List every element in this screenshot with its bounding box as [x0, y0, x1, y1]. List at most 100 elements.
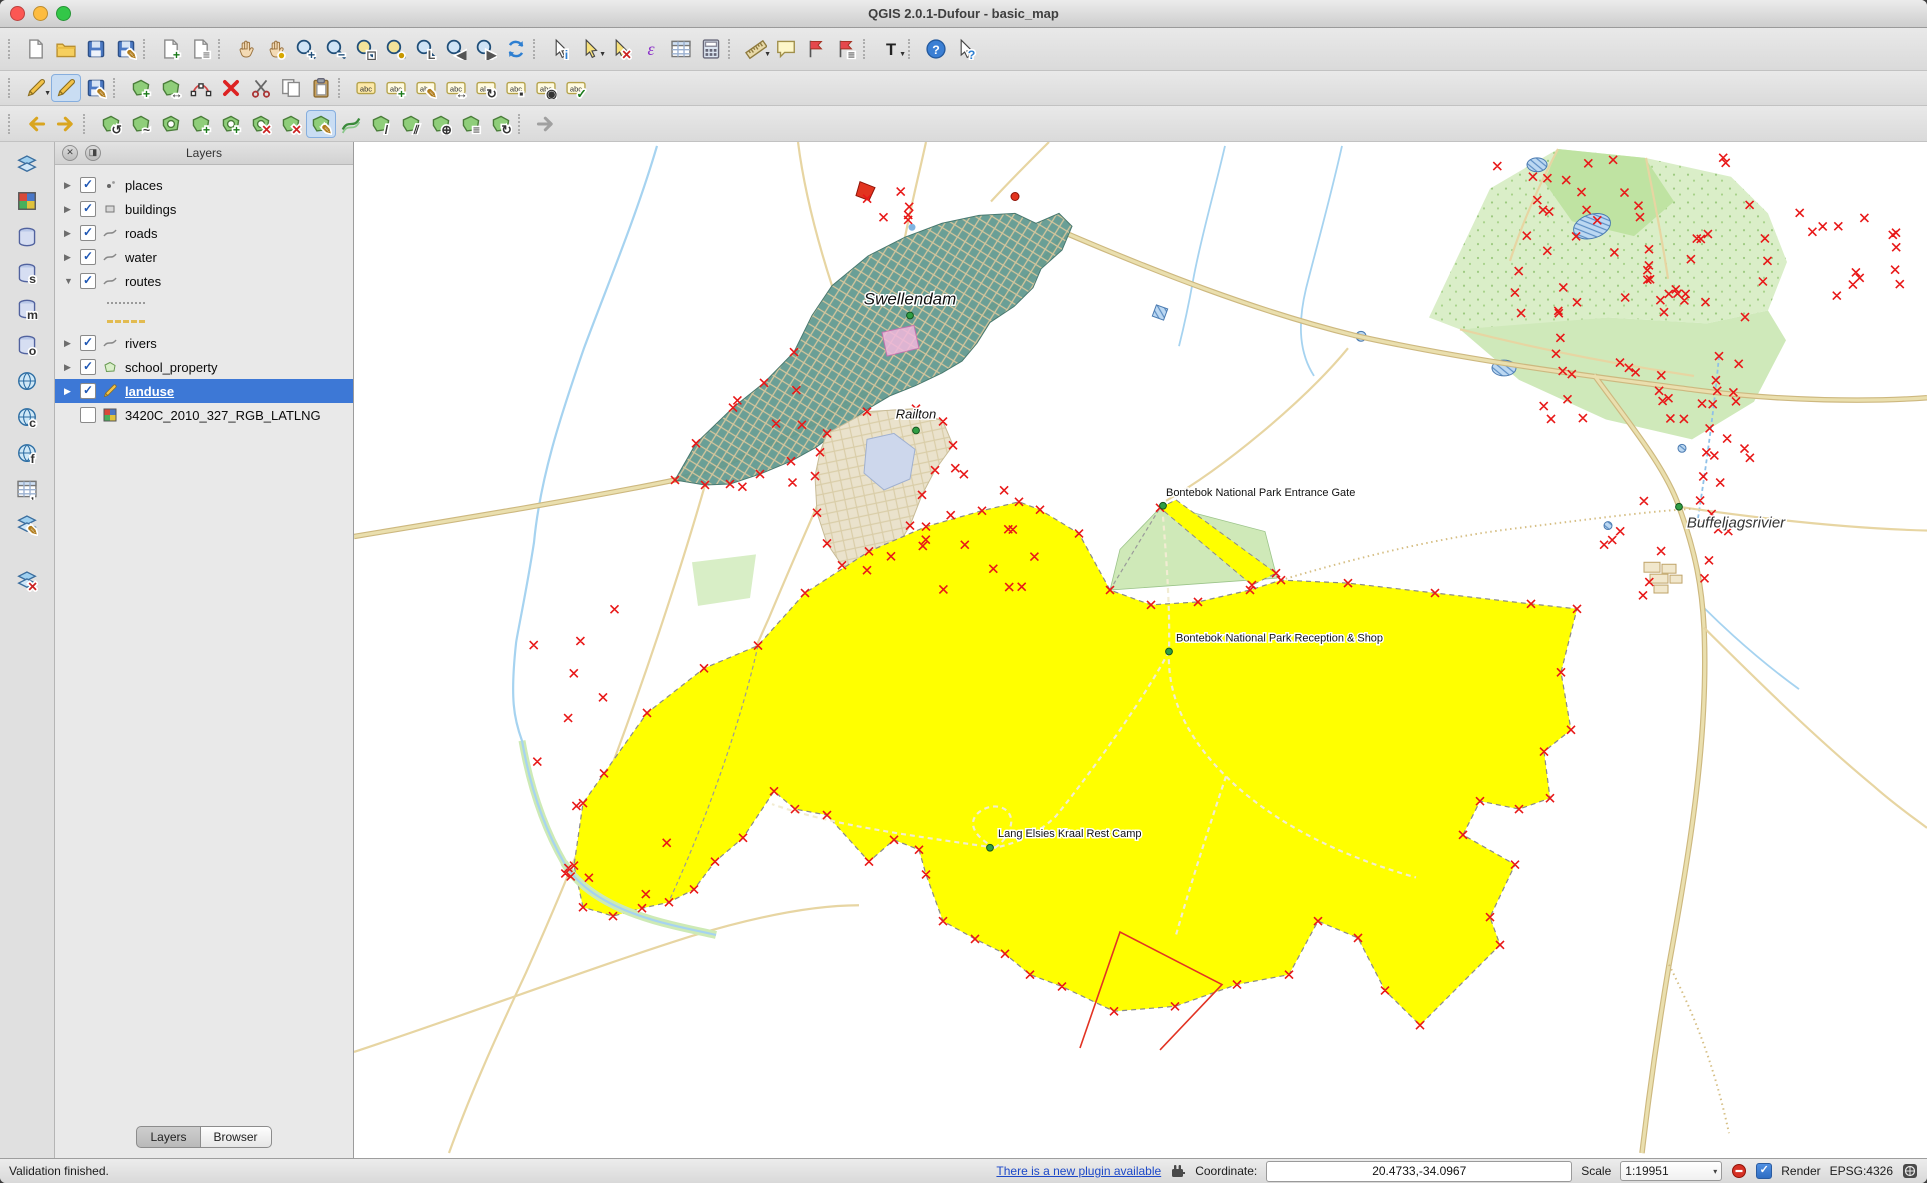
- label-rotate-button[interactable]: abc↻: [471, 74, 501, 102]
- zoom-last-button[interactable]: ◀: [441, 35, 471, 63]
- reshape-features-button[interactable]: ✎: [306, 110, 336, 138]
- measure-button[interactable]: ▼: [741, 35, 771, 63]
- layer-visibility-checkbox[interactable]: ✓: [80, 177, 96, 193]
- layer-visibility-checkbox[interactable]: ✓: [80, 249, 96, 265]
- layer-item-routes[interactable]: ▼✓routes: [55, 269, 353, 293]
- zoom-to-layer-button[interactable]: L: [411, 35, 441, 63]
- add-postgis-layer-button[interactable]: [10, 222, 44, 252]
- toolbar-drag-handle[interactable]: [338, 78, 346, 98]
- render-checkbox[interactable]: ✓: [1756, 1163, 1772, 1179]
- remove-layer-button[interactable]: ✕: [10, 566, 44, 596]
- text-annotation-button[interactable]: T▼: [876, 35, 906, 63]
- panel-tab-browser[interactable]: Browser: [201, 1126, 272, 1148]
- add-wcs-layer-button[interactable]: c: [10, 402, 44, 432]
- merge-attributes-button[interactable]: ≡: [456, 110, 486, 138]
- layer-visibility-checkbox[interactable]: ✓: [80, 273, 96, 289]
- pan-to-selection-button[interactable]: ●: [261, 35, 291, 63]
- expand-arrow-icon[interactable]: ▼: [64, 276, 74, 286]
- layer-item-school_property[interactable]: ▶✓school_property: [55, 355, 353, 379]
- label-add-button[interactable]: abc+: [381, 74, 411, 102]
- zoom-full-button[interactable]: ◻: [351, 35, 381, 63]
- expand-arrow-icon[interactable]: ▶: [64, 386, 74, 397]
- new-project-button[interactable]: [21, 35, 51, 63]
- show-bookmarks-button[interactable]: ≡: [831, 35, 861, 63]
- paste-features-button[interactable]: [306, 74, 336, 102]
- undo-button[interactable]: [21, 110, 51, 138]
- add-feature-button[interactable]: +: [126, 74, 156, 102]
- save-layer-edits-button[interactable]: ✎: [81, 74, 111, 102]
- symbology-item[interactable]: [55, 293, 353, 312]
- layer-visibility-checkbox[interactable]: ✓: [80, 383, 96, 399]
- deselect-features-button[interactable]: ✕: [606, 35, 636, 63]
- delete-ring-button[interactable]: ✕: [246, 110, 276, 138]
- layer-visibility-checkbox[interactable]: [80, 407, 96, 423]
- open-project-button[interactable]: [51, 35, 81, 63]
- split-parts-button[interactable]: ⫽: [396, 110, 426, 138]
- toolbar-drag-handle[interactable]: [113, 78, 121, 98]
- save-project-as-button[interactable]: ✎: [111, 35, 141, 63]
- copy-features-button[interactable]: [276, 74, 306, 102]
- layer-visibility-checkbox[interactable]: ✓: [80, 359, 96, 375]
- delete-part-button[interactable]: ✕: [276, 110, 306, 138]
- layer-item-landuse[interactable]: ▶✓landuse: [55, 379, 353, 403]
- layer-item-3420C_2010_327_RGB_LATLNG[interactable]: 3420C_2010_327_RGB_LATLNG: [55, 403, 353, 427]
- close-panel-icon[interactable]: ✕: [62, 145, 78, 161]
- label-show-hide-button[interactable]: abc◉: [531, 74, 561, 102]
- help-button[interactable]: ?: [921, 35, 951, 63]
- add-part-button[interactable]: +: [186, 110, 216, 138]
- symbology-item[interactable]: [55, 312, 353, 331]
- float-panel-icon[interactable]: ◨: [85, 145, 101, 161]
- plugin-available-link[interactable]: There is a new plugin available: [996, 1164, 1161, 1178]
- advanced-redo-button[interactable]: [531, 110, 561, 138]
- composer-manager-button[interactable]: ≡: [186, 35, 216, 63]
- stop-rendering-icon[interactable]: [1731, 1163, 1747, 1179]
- add-spatialite-layer-button[interactable]: s: [10, 258, 44, 288]
- layer-visibility-checkbox[interactable]: ✓: [80, 225, 96, 241]
- toolbar-drag-handle[interactable]: [8, 39, 16, 59]
- refresh-map-button[interactable]: [501, 35, 531, 63]
- move-feature-button[interactable]: ↔: [156, 74, 186, 102]
- delete-selected-button[interactable]: [216, 74, 246, 102]
- rotate-feature-button[interactable]: ↺: [96, 110, 126, 138]
- add-raster-layer-button[interactable]: [10, 186, 44, 216]
- new-print-composer-button[interactable]: +: [156, 35, 186, 63]
- map-canvas[interactable]: SwellendamRailtonBontebok National Park …: [354, 142, 1927, 1158]
- merge-features-button[interactable]: ⊕: [426, 110, 456, 138]
- layer-item-rivers[interactable]: ▶✓rivers: [55, 331, 353, 355]
- expand-arrow-icon[interactable]: ▶: [64, 252, 74, 263]
- cut-features-button[interactable]: [246, 74, 276, 102]
- toolbar-drag-handle[interactable]: [143, 39, 151, 59]
- layer-visibility-checkbox[interactable]: ✓: [80, 335, 96, 351]
- zoom-next-button[interactable]: ▶: [471, 35, 501, 63]
- toolbar-drag-handle[interactable]: [8, 114, 16, 134]
- coordinate-input[interactable]: [1266, 1161, 1572, 1182]
- toolbar-drag-handle[interactable]: [8, 78, 16, 98]
- zoom-to-selection-button[interactable]: ●: [381, 35, 411, 63]
- layer-visibility-checkbox[interactable]: ✓: [80, 201, 96, 217]
- save-project-button[interactable]: [81, 35, 111, 63]
- layer-item-roads[interactable]: ▶✓roads: [55, 221, 353, 245]
- toolbar-drag-handle[interactable]: [863, 39, 871, 59]
- layer-item-water[interactable]: ▶✓water: [55, 245, 353, 269]
- label-properties-button[interactable]: abc✓: [561, 74, 591, 102]
- add-delimited-text-layer-button[interactable]: ,: [10, 474, 44, 504]
- toggle-editing-button[interactable]: [51, 74, 81, 102]
- field-calculator-button[interactable]: [696, 35, 726, 63]
- identify-features-button[interactable]: i: [546, 35, 576, 63]
- toolbar-drag-handle[interactable]: [533, 39, 541, 59]
- crs-status[interactable]: EPSG:4326: [1830, 1164, 1893, 1178]
- labeling-button[interactable]: abc: [351, 74, 381, 102]
- split-features-button[interactable]: /: [366, 110, 396, 138]
- add-ring-button[interactable]: [156, 110, 186, 138]
- layer-item-places[interactable]: ▶✓places: [55, 173, 353, 197]
- panel-tab-layers[interactable]: Layers: [136, 1126, 200, 1148]
- label-change-button[interactable]: abc✎: [411, 74, 441, 102]
- toolbar-drag-handle[interactable]: [908, 39, 916, 59]
- current-edits-button[interactable]: ▼: [21, 74, 51, 102]
- add-wms-layer-button[interactable]: [10, 366, 44, 396]
- toolbar-drag-handle[interactable]: [518, 114, 526, 134]
- node-tool-button[interactable]: [186, 74, 216, 102]
- zoom-in-button[interactable]: +: [291, 35, 321, 63]
- expand-arrow-icon[interactable]: ▶: [64, 228, 74, 239]
- select-by-expression-button[interactable]: ε: [636, 35, 666, 63]
